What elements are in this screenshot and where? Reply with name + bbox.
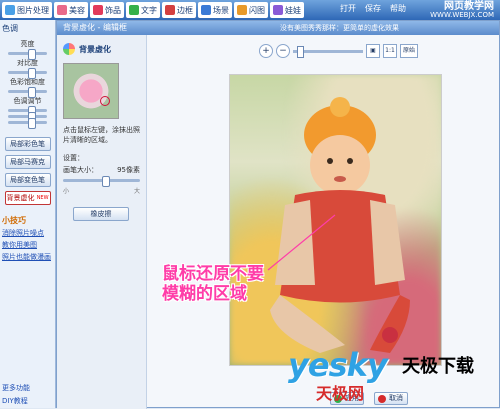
top-menu: 打开 保存 帮助 xyxy=(340,3,406,14)
text-icon xyxy=(129,5,139,15)
left-sleeve xyxy=(275,200,315,285)
brush-size-row: 画笔大小： 95像素 xyxy=(57,165,146,175)
toolbar-scene[interactable]: 场景 xyxy=(198,2,232,18)
scene-icon xyxy=(201,5,211,15)
zoom-toolbar: + − ▣ 1:1 原始 xyxy=(259,40,499,62)
toolbar-beauty[interactable]: 美容 xyxy=(54,2,88,18)
background-blur-button[interactable]: 背景虚化 NEW xyxy=(4,191,51,205)
main-toolbar: 图片处理 美容 饰品 文字 边框 场景 闪图 娃娃 xyxy=(0,0,500,20)
toolbar-frame[interactable]: 边框 xyxy=(162,2,196,18)
face-icon xyxy=(57,5,67,15)
watermark-site-name: 网页教学网 xyxy=(444,1,494,12)
image-icon xyxy=(5,5,15,15)
menu-help[interactable]: 帮助 xyxy=(390,3,406,14)
tip-link-denoise[interactable]: 消除照片噪点 xyxy=(2,228,53,238)
saturation-slider[interactable] xyxy=(8,87,47,98)
tip-link-comic[interactable]: 照片也能做漫画 xyxy=(2,252,53,262)
left-eye xyxy=(327,158,333,164)
hat-pompom xyxy=(330,97,350,117)
watermark-site-url: WWW.WEBJX.COM xyxy=(430,11,494,19)
left-adjust-panel: 色调 亮度 对比度 色彩饱和度 色调调节 局部彩色笔 局部马赛克 局部变色笔 背… xyxy=(0,20,56,408)
menu-open[interactable]: 打开 xyxy=(340,3,356,14)
panel-bottom-links: 更多功能 DIY教程 xyxy=(0,381,56,408)
local-color-pen-button[interactable]: 局部彩色笔 xyxy=(4,137,51,151)
more-features-link[interactable]: 更多功能 xyxy=(2,383,54,393)
eraser-button[interactable]: 橡皮擦 xyxy=(73,207,129,221)
toolbar-text[interactable]: 文字 xyxy=(126,2,160,18)
yesky-watermark: yesky 天极下载 天极网 xyxy=(288,346,498,406)
dialog-title: 背景虚化 - 编辑框 xyxy=(63,23,127,32)
background-blur-label: 背景虚化 xyxy=(6,194,35,202)
dialog-notice: 没有美图秀秀那样：更简单的虚化效果 xyxy=(280,24,399,32)
annotation-text: 鼠标还原不要 模糊的区域 xyxy=(162,264,264,304)
watermark-cn-sub: 天极网 xyxy=(316,384,365,403)
panel-title: 色调 xyxy=(2,24,18,33)
slider-label-saturation: 色彩饱和度 xyxy=(10,78,45,86)
dialog-sidebar: 背景虚化 点击鼠标左键，涂抹出照片清晰的区域。 设置： 画笔大小： 95像素 小大… xyxy=(57,35,147,409)
right-sleeve xyxy=(370,200,405,285)
frame-icon xyxy=(165,5,175,15)
toolbar-accessories[interactable]: 饰品 xyxy=(90,2,124,18)
range-min: 小 xyxy=(63,188,70,195)
slider-label-contrast: 对比度 xyxy=(17,59,38,67)
range-max: 大 xyxy=(133,188,140,195)
hue-slider-cyan-red[interactable] xyxy=(8,106,47,117)
baby-photo xyxy=(270,97,410,353)
toolbar-image-processing[interactable]: 图片处理 xyxy=(2,2,52,18)
site-watermark-top: 网页教学网 WWW.WEBJX.COM xyxy=(430,2,494,20)
dialog-title-bar: 背景虚化 - 编辑框 没有美图秀秀那样：更简单的虚化效果 xyxy=(57,21,499,35)
annotation-line-2: 模糊的区域 xyxy=(162,284,247,304)
feature-description: 点击鼠标左键，涂抹出照片清晰的区域。 xyxy=(63,126,140,144)
brush-size-label: 画笔大小： xyxy=(63,166,98,174)
left-leg xyxy=(270,295,345,353)
settings-label: 设置： xyxy=(63,154,84,162)
heart-icon xyxy=(93,5,103,15)
example-thumbnail xyxy=(63,63,119,119)
reset-button[interactable]: 原始 xyxy=(400,44,418,58)
fit-window-icon[interactable]: ▣ xyxy=(366,44,380,58)
thumbnail-cursor-ring xyxy=(100,96,110,106)
feature-header: 背景虚化 xyxy=(57,35,146,63)
shoe xyxy=(382,327,398,343)
menu-save[interactable]: 保存 xyxy=(365,3,381,14)
annotation-line-1: 鼠标还原不要 xyxy=(162,264,264,284)
brush-size-slider[interactable] xyxy=(63,176,140,187)
brightness-slider[interactable] xyxy=(8,49,47,60)
zoom-slider[interactable] xyxy=(293,45,363,58)
zoom-in-icon[interactable]: + xyxy=(259,44,273,58)
blur-feature-icon xyxy=(63,43,75,55)
zoom-out-icon[interactable]: − xyxy=(276,44,290,58)
local-mosaic-button[interactable]: 局部马赛克 xyxy=(4,155,51,169)
tips-title: 小技巧 xyxy=(2,216,26,225)
photo-canvas[interactable] xyxy=(229,74,442,366)
toolbar-flash[interactable]: 闪图 xyxy=(234,2,268,18)
flash-icon xyxy=(237,5,247,15)
new-badge: NEW xyxy=(36,195,49,201)
local-recolor-button[interactable]: 局部变色笔 xyxy=(4,173,51,187)
brush-range: 小大 xyxy=(57,186,146,195)
contrast-slider[interactable] xyxy=(8,68,47,79)
hue-slider-magenta-green[interactable] xyxy=(8,112,47,123)
right-leg xyxy=(370,295,410,353)
mouth xyxy=(334,176,346,182)
face-shape xyxy=(310,135,370,195)
actual-size-button[interactable]: 1:1 xyxy=(383,44,397,58)
toolbar-doll[interactable]: 娃娃 xyxy=(270,2,304,18)
hue-slider-yellow-blue[interactable] xyxy=(8,118,47,129)
brush-size-value: 95像素 xyxy=(117,166,140,174)
slider-label-brightness: 亮度 xyxy=(20,40,35,48)
doll-icon xyxy=(273,5,283,15)
tip-link-tutorial[interactable]: 教你用美图 xyxy=(2,240,53,250)
diy-tutorial-link[interactable]: DIY教程 xyxy=(2,396,54,406)
watermark-cn-main: 天极下载 xyxy=(402,356,474,377)
feature-name: 背景虚化 xyxy=(79,44,111,54)
right-eye xyxy=(347,158,353,164)
slider-label-hue: 色调调节 xyxy=(13,97,42,105)
